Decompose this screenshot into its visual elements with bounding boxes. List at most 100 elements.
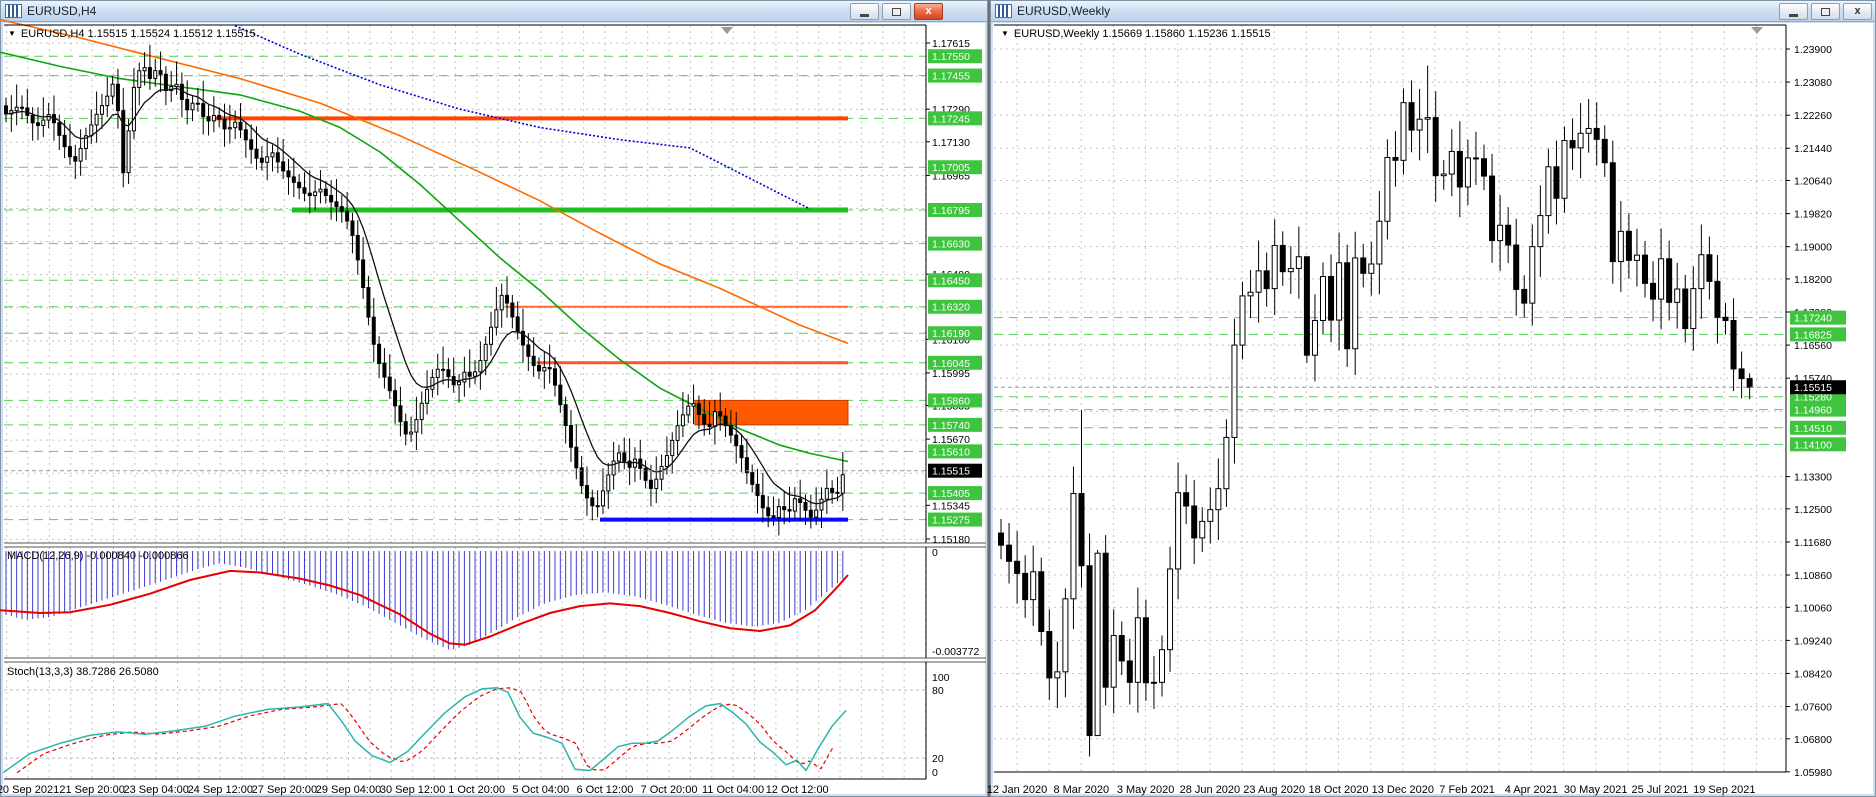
level-badge-label: 1.16045 [932,358,970,370]
candle [1690,288,1697,330]
chart-header-weekly[interactable]: ▼ EURUSD,Weekly 1.15669 1.15860 1.15236 1… [1001,28,1271,40]
candle [265,156,270,163]
candle [217,114,222,120]
price-tick: 1.20640 [1794,176,1832,188]
candle [435,368,440,378]
time-label: 4 Apr 2021 [1505,784,1558,796]
candle [1513,244,1520,290]
price-tick: 1.13300 [1794,472,1832,484]
time-label: 7 Feb 2021 [1439,784,1495,796]
time-label: 11 Oct 04:00 [702,784,764,796]
time-label: 3 May 2020 [1117,784,1174,796]
candle [691,403,696,407]
time-label: 30 Sep 12:00 [380,784,445,796]
candle [366,287,371,318]
candle [414,419,419,433]
chart-header-h4[interactable]: ▼ EURUSD,H4 1.15515 1.15524 1.15512 1.155… [8,28,256,40]
candle [542,367,547,372]
candle [382,363,387,378]
price-tick: 1.10060 [1794,602,1832,614]
candle [137,70,142,88]
candle [1448,150,1455,175]
candle [675,425,680,441]
candle [281,161,286,172]
candle [393,390,398,407]
price-tick: 1.23080 [1794,77,1832,89]
candle [552,368,557,386]
candle [1046,630,1053,679]
candle [1609,162,1616,263]
candle [355,234,360,261]
candle [4,105,8,115]
candle [57,122,62,136]
candle [158,70,163,75]
candle [547,367,552,370]
level-badge-label: 1.17455 [932,71,970,83]
candle [1142,617,1149,684]
candle [1642,254,1648,284]
time-label: 1 Oct 20:00 [448,784,505,796]
candle [371,316,376,345]
level-badge-label: 1.15610 [932,446,970,458]
macd-indicator-label: MACD(12,26,9) -0.000840 -0.000866 [7,550,189,562]
candle [233,121,238,129]
price-tick: 1.16560 [1794,340,1832,352]
candle [286,170,291,178]
price-tick: 1.15670 [932,434,970,446]
stoch-tick: 100 [932,672,950,684]
candle [1400,102,1407,161]
candle [499,294,504,311]
level-badge-label: 1.15740 [932,420,970,432]
candle [1521,288,1528,304]
candle [1271,244,1278,290]
candle [998,532,1004,546]
candle [243,129,248,141]
candle [473,371,478,377]
candle [526,344,531,357]
candle [803,502,808,511]
time-label: 23 Sep 04:00 [123,784,188,796]
candle [195,102,200,105]
time-label: 5 Oct 04:00 [512,784,569,796]
chart-shift-marker[interactable] [1751,27,1763,34]
candle [1392,157,1399,161]
candle [1006,544,1013,562]
candle [62,134,67,148]
price-tick: 1.10860 [1794,570,1832,582]
candle [1376,220,1383,265]
macd-zero-label: 0 [932,547,938,559]
stoch-tick: 20 [932,753,944,765]
charts-canvas: 1.176151.172901.171301.169651.164801.161… [0,18,1846,796]
candle [1199,520,1206,539]
candle [19,106,24,109]
time-label: 20 Sep 2021 [0,784,59,796]
candle [350,220,355,236]
candle [760,495,765,509]
candle [297,181,302,189]
candle [622,452,627,462]
price-tick: 1.05980 [1794,767,1832,779]
candle [1078,493,1085,567]
price-tick: 1.07600 [1794,702,1832,714]
current-price-badge-label: 1.15515 [932,466,970,478]
dropdown-arrow-icon: ▼ [1001,29,1009,38]
candle [1440,173,1447,177]
level-badge-label: 1.16825 [1794,329,1832,341]
chart-shift-marker[interactable] [721,27,733,34]
candle [1706,254,1713,282]
candle [403,421,408,435]
candle [1456,150,1463,188]
stoch-indicator-label: Stoch(13,3,3) 38.7286 26.5080 [7,666,159,678]
candle [600,490,605,507]
candle [1175,492,1182,570]
level-badge-label: 1.15405 [932,488,970,500]
candle [670,439,675,457]
candle [782,506,787,511]
price-tick: 1.17615 [932,38,970,50]
candle [814,509,819,518]
time-label: 13 Dec 2020 [1372,784,1434,796]
candle [1472,157,1479,160]
candle [1585,127,1592,134]
candle [1497,224,1504,242]
candle [313,191,318,197]
